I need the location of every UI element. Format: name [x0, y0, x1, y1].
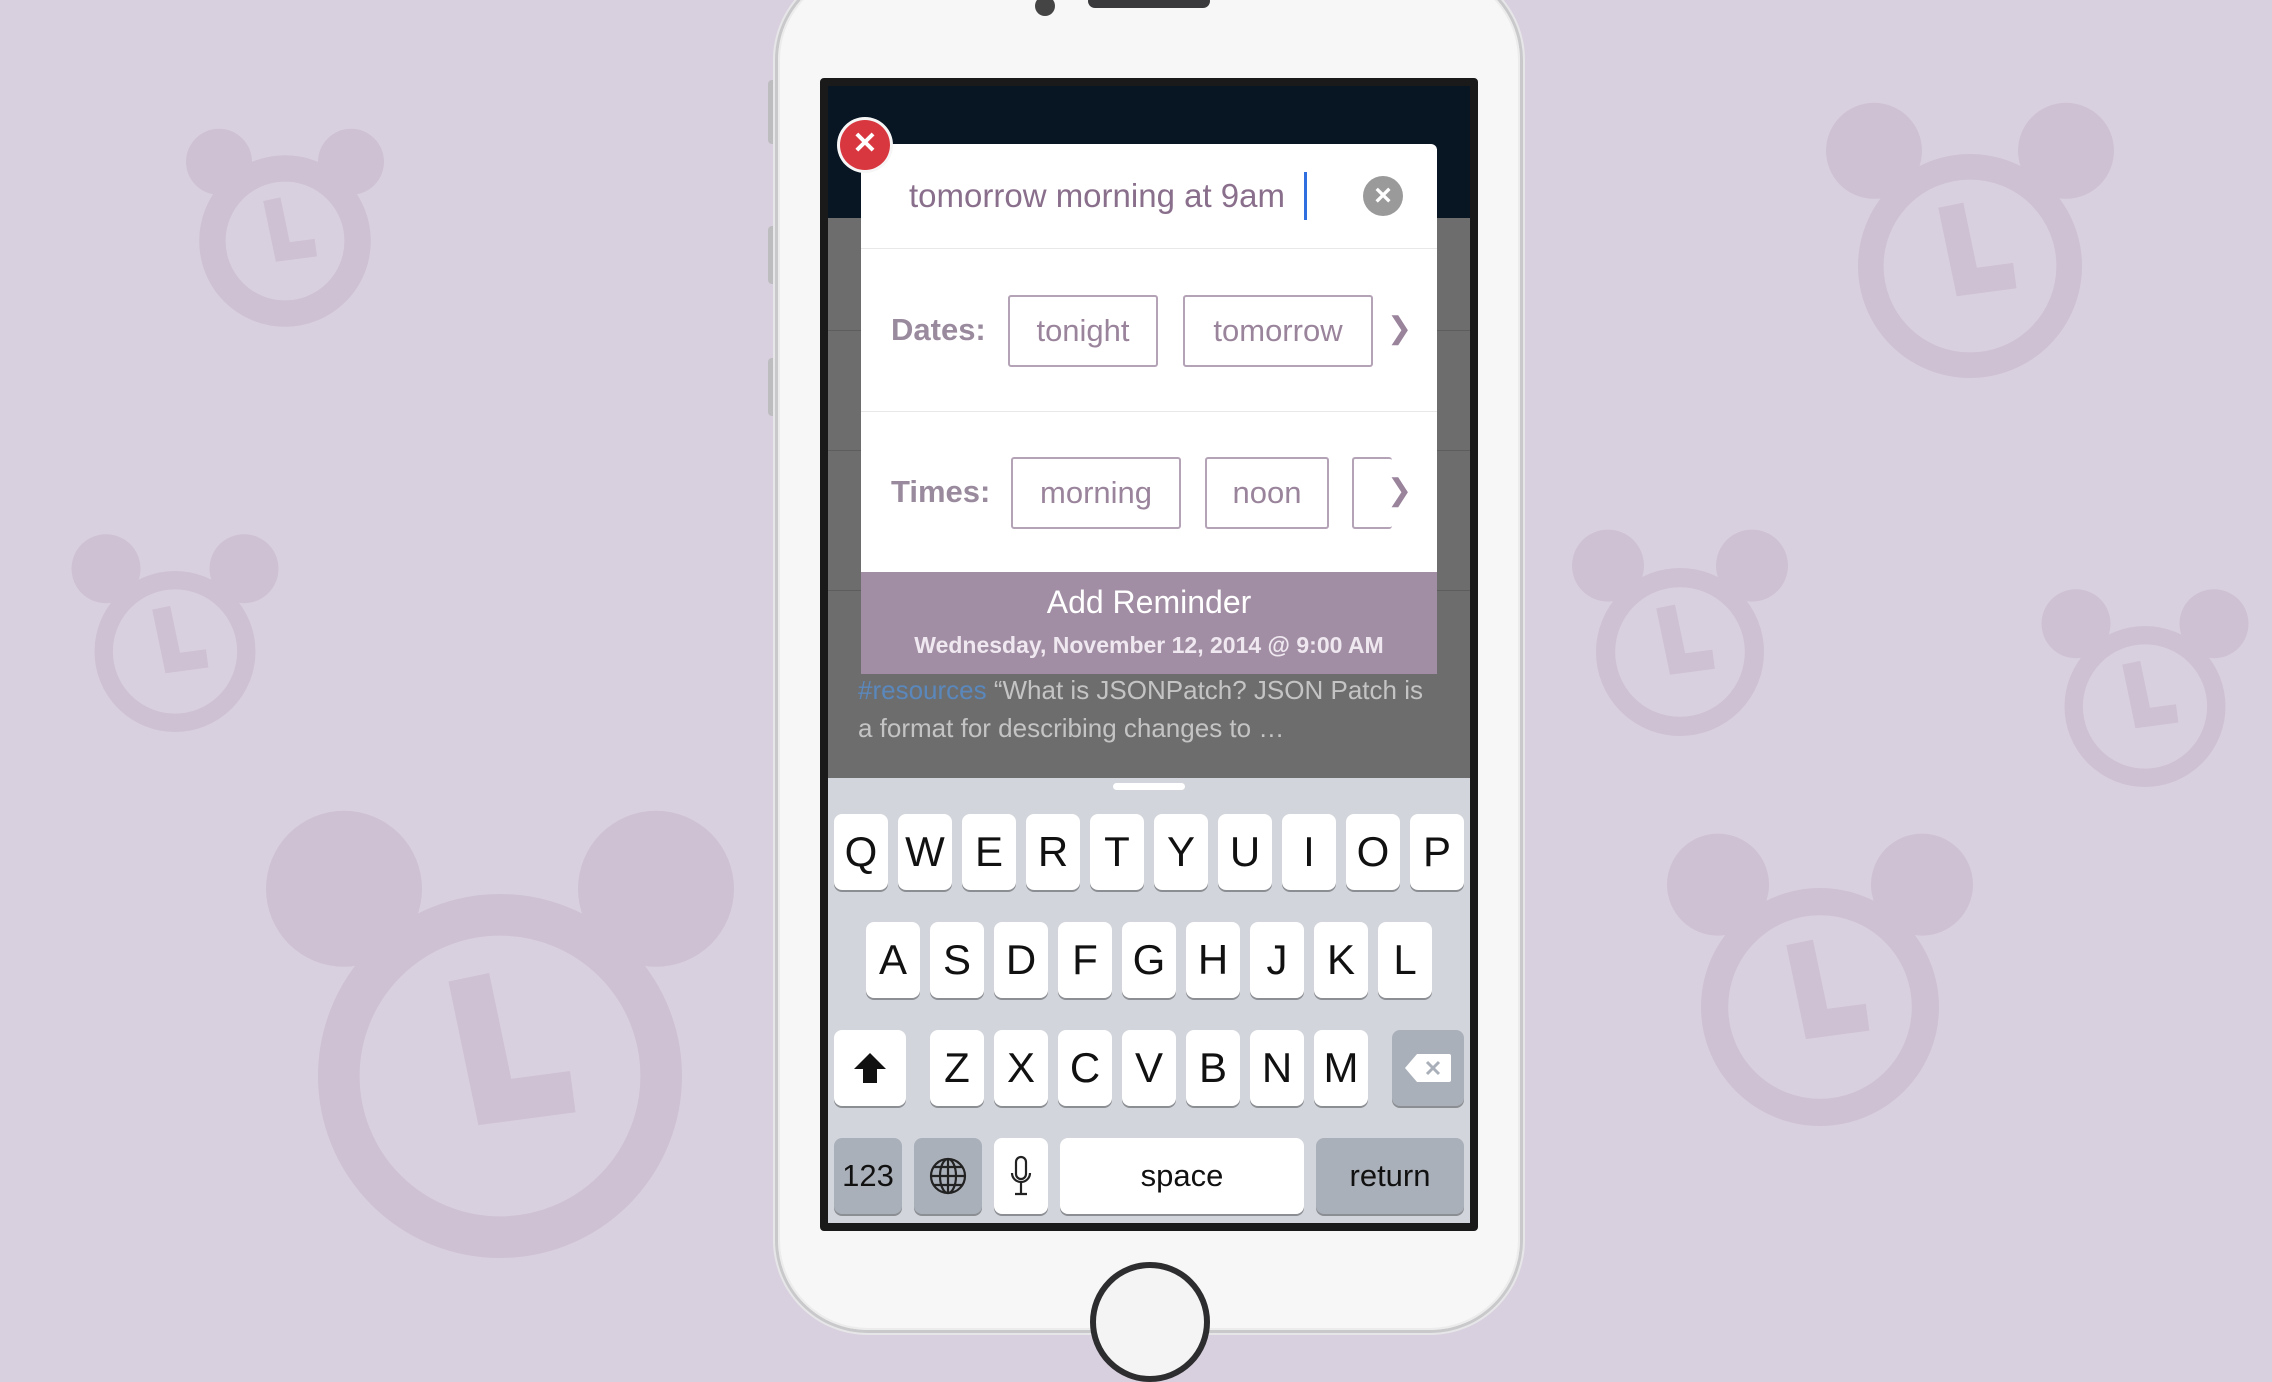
alarm-clock-icon — [230, 790, 770, 1310]
on-screen-keyboard: Q W E R T Y U I O P A S D F G H J K L Z … — [828, 778, 1470, 1223]
key-n[interactable]: N — [1250, 1030, 1304, 1106]
key-o[interactable]: O — [1346, 814, 1400, 890]
key-f[interactable]: F — [1058, 922, 1112, 998]
key-c[interactable]: C — [1058, 1030, 1112, 1106]
reminder-datetime-label: Wednesday, November 12, 2014 @ 9:00 AM — [914, 632, 1384, 658]
reminder-text-input[interactable] — [909, 174, 1329, 218]
home-button[interactable] — [1090, 1262, 1210, 1382]
add-reminder-button[interactable]: Add Reminder Wednesday, November 12, 201… — [861, 572, 1437, 674]
list-item: #resources “What is JSONPatch? JSON Patc… — [858, 671, 1428, 747]
alarm-clock-icon — [1650, 820, 1990, 1160]
key-b[interactable]: B — [1186, 1030, 1240, 1106]
key-r[interactable]: R — [1026, 814, 1080, 890]
clear-text-icon[interactable]: × — [1363, 176, 1403, 216]
dates-label: Dates: — [891, 312, 986, 347]
key-d[interactable]: D — [994, 922, 1048, 998]
reminder-dialog: × Dates: tonight tomorrow ❯ Times: morni… — [861, 144, 1437, 674]
backspace-icon — [1405, 1054, 1451, 1082]
earpiece-speaker — [1088, 0, 1210, 8]
shift-key[interactable] — [834, 1030, 906, 1106]
key-j[interactable]: J — [1250, 922, 1304, 998]
shift-arrow-icon — [854, 1053, 886, 1083]
alarm-clock-icon — [60, 520, 290, 760]
key-i[interactable]: I — [1282, 814, 1336, 890]
microphone-icon — [1010, 1155, 1032, 1196]
key-t[interactable]: T — [1090, 814, 1144, 890]
key-l[interactable]: L — [1378, 922, 1432, 998]
alarm-clock-icon — [1560, 520, 1800, 760]
key-u[interactable]: U — [1218, 814, 1272, 890]
dates-row: Dates: tonight tomorrow ❯ — [861, 249, 1437, 412]
alarm-clock-icon — [1810, 90, 2130, 410]
return-key[interactable]: return — [1316, 1138, 1464, 1214]
hashtag-label: #resources — [858, 675, 987, 705]
date-chip-tomorrow[interactable]: tomorrow — [1183, 295, 1373, 367]
key-a[interactable]: A — [866, 922, 920, 998]
globe-icon — [929, 1157, 967, 1195]
times-row: Times: morning noon ❯ — [861, 411, 1437, 574]
text-caret — [1304, 172, 1307, 220]
key-e[interactable]: E — [962, 814, 1016, 890]
key-m[interactable]: M — [1314, 1030, 1368, 1106]
key-k[interactable]: K — [1314, 922, 1368, 998]
key-h[interactable]: H — [1186, 922, 1240, 998]
keyboard-handle[interactable] — [1113, 783, 1185, 790]
phone-screen: #resources “What is JSONPatch? JSON Patc… — [820, 78, 1478, 1231]
key-s[interactable]: S — [930, 922, 984, 998]
mute-switch — [768, 80, 778, 144]
space-key[interactable]: space — [1060, 1138, 1304, 1214]
times-label: Times: — [891, 474, 991, 509]
alarm-clock-icon — [170, 120, 400, 340]
close-icon[interactable]: ✕ — [840, 120, 890, 170]
date-chip-tonight[interactable]: tonight — [1008, 295, 1158, 367]
volume-down-button — [768, 358, 778, 416]
globe-key[interactable] — [914, 1138, 982, 1214]
time-chip-morning[interactable]: morning — [1011, 457, 1181, 529]
key-y[interactable]: Y — [1154, 814, 1208, 890]
reminder-input-row: × — [861, 144, 1437, 249]
key-g[interactable]: G — [1122, 922, 1176, 998]
add-reminder-title: Add Reminder — [1046, 584, 1252, 620]
key-z[interactable]: Z — [930, 1030, 984, 1106]
key-x[interactable]: X — [994, 1030, 1048, 1106]
dictation-key[interactable] — [994, 1138, 1048, 1214]
alarm-clock-icon — [2030, 580, 2260, 810]
key-v[interactable]: V — [1122, 1030, 1176, 1106]
time-chip-noon[interactable]: noon — [1205, 457, 1329, 529]
key-q[interactable]: Q — [834, 814, 888, 890]
numbers-key[interactable]: 123 — [834, 1138, 902, 1214]
chevron-right-icon[interactable]: ❯ — [1387, 473, 1412, 508]
time-chip-partial[interactable] — [1352, 457, 1392, 529]
volume-up-button — [768, 226, 778, 284]
key-w[interactable]: W — [898, 814, 952, 890]
key-p[interactable]: P — [1410, 814, 1464, 890]
delete-key[interactable] — [1392, 1030, 1464, 1106]
chevron-right-icon[interactable]: ❯ — [1387, 311, 1412, 346]
